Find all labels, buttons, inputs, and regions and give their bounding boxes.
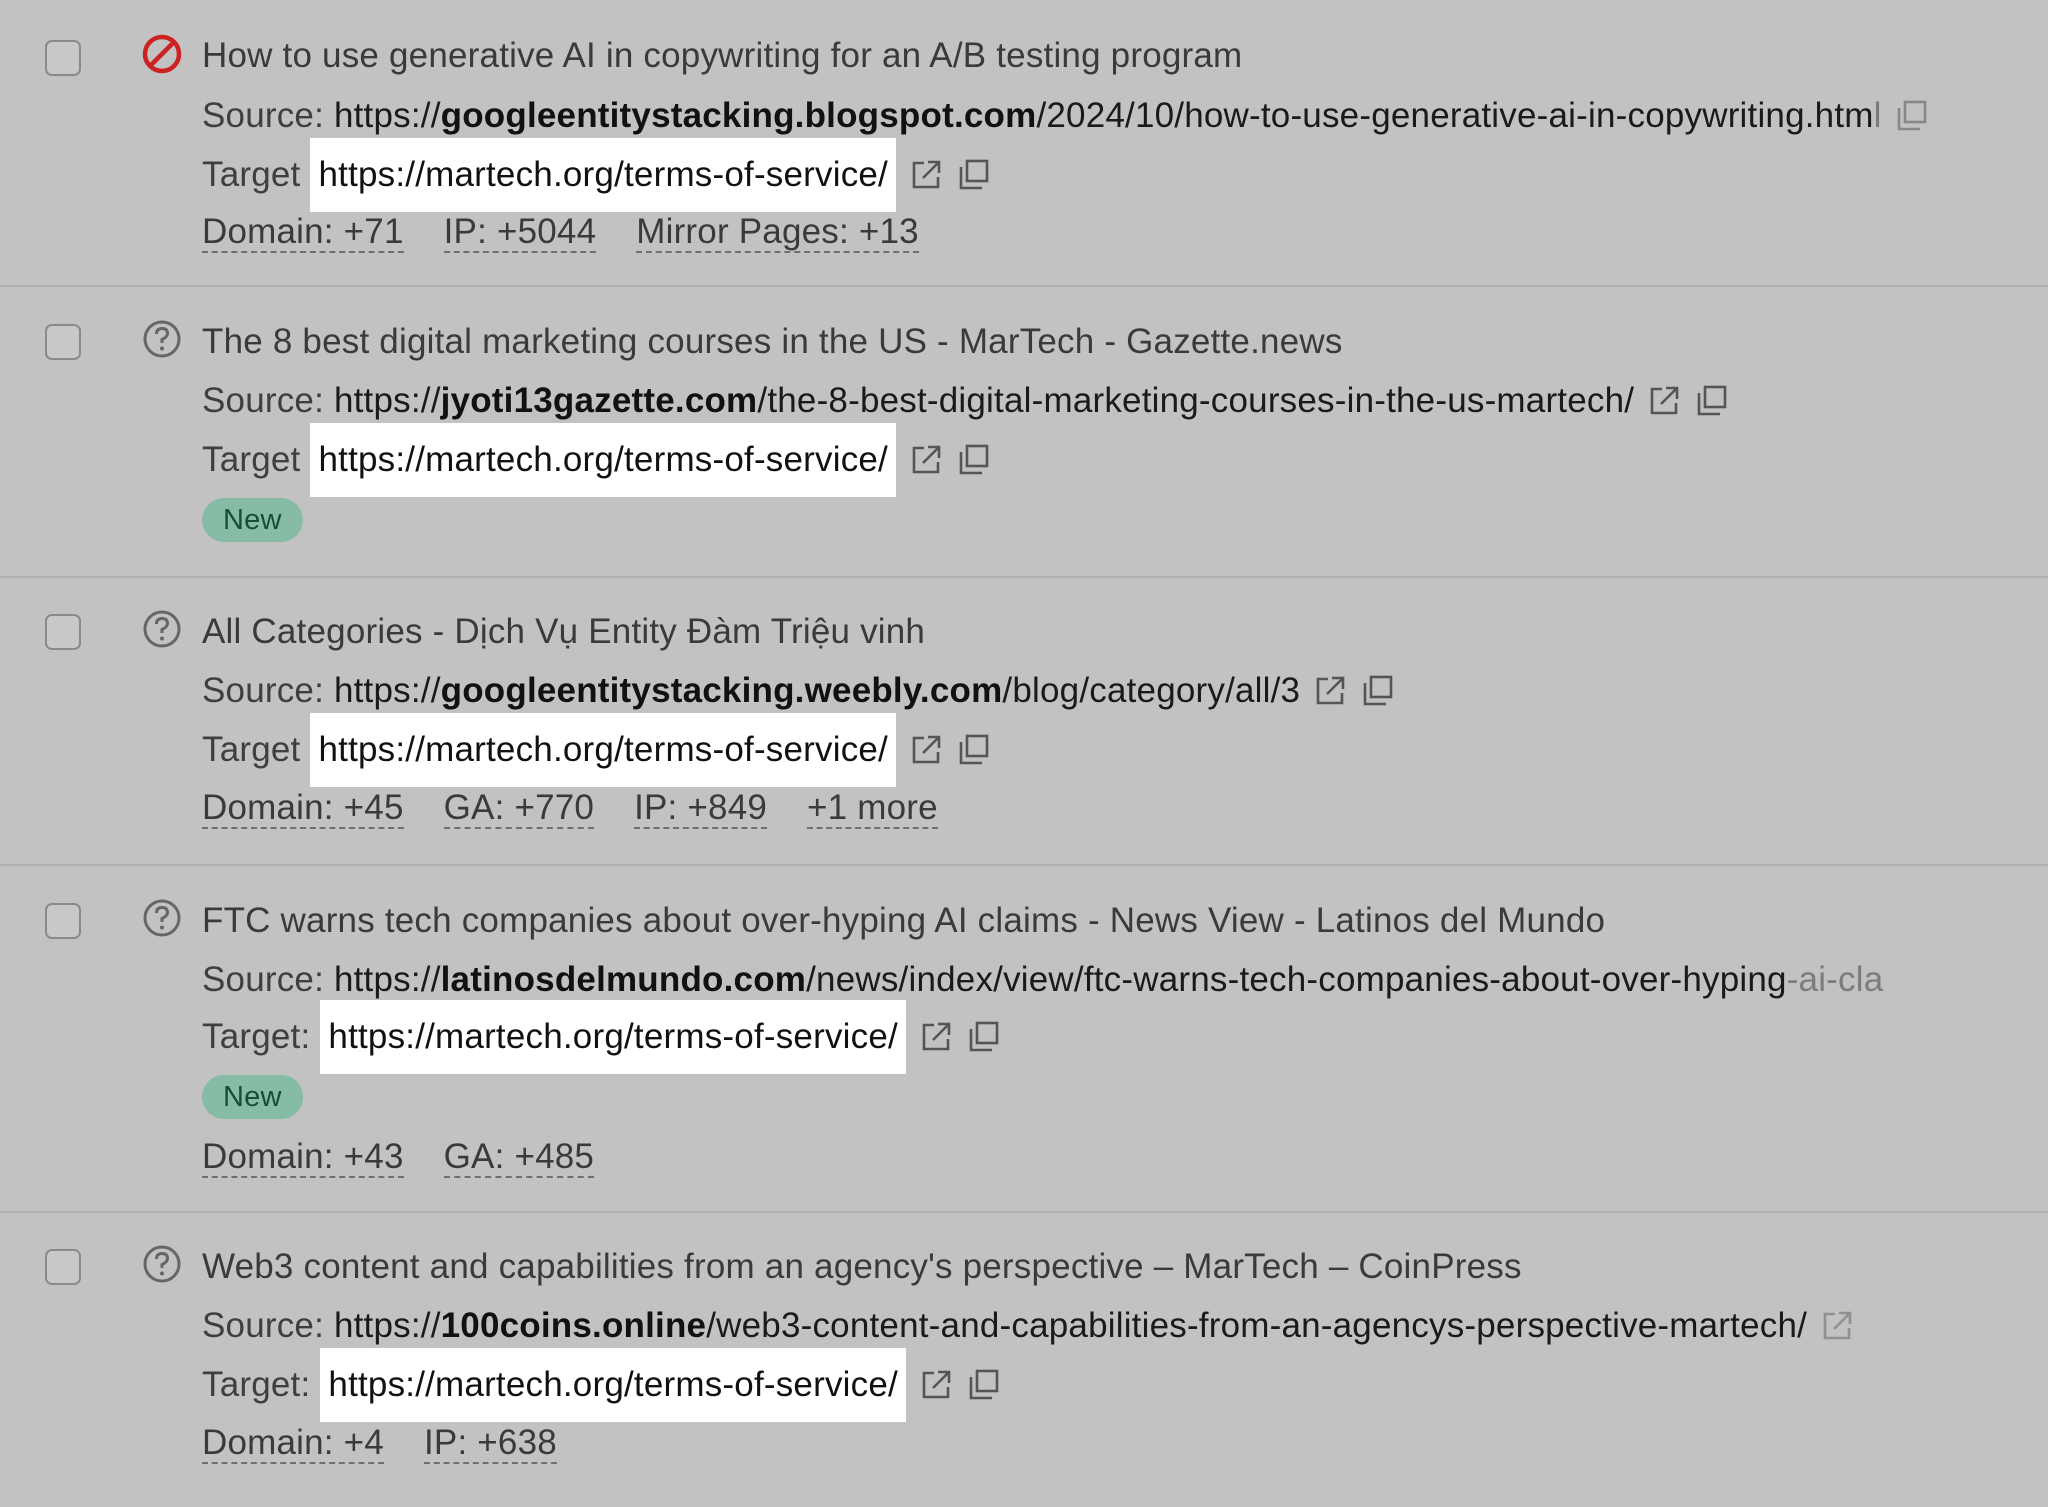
copy-icon[interactable] [956, 442, 992, 478]
metrics-line: Domain: +45 GA: +770 IP: +849 +1 more [202, 780, 978, 838]
row-checkbox[interactable] [45, 1249, 81, 1285]
metric-domain[interactable]: Domain: +4 [202, 1424, 384, 1464]
copy-icon[interactable] [956, 732, 992, 768]
metric-ga[interactable]: GA: +485 [443, 1138, 595, 1178]
row-checkbox[interactable] [45, 324, 81, 360]
more-metrics-link[interactable]: +1 more [807, 789, 938, 829]
target-line: Target https://martech.org/terms-of-serv… [202, 713, 992, 787]
row-checkbox[interactable] [45, 614, 81, 650]
external-link-icon[interactable] [1312, 673, 1348, 709]
external-link-icon[interactable] [918, 1019, 954, 1055]
metrics-line: Domain: +4 IP: +638 [202, 1415, 597, 1473]
copy-icon[interactable] [956, 157, 992, 193]
target-url[interactable]: https://martech.org/terms-of-service/ [310, 713, 896, 787]
row-title[interactable]: All Categories - Dịch Vụ Entity Đàm Triệ… [202, 603, 925, 661]
row-checkbox[interactable] [45, 40, 81, 76]
row-title[interactable]: Web3 content and capabilities from an ag… [202, 1238, 1522, 1296]
copy-icon[interactable] [1360, 673, 1396, 709]
metric-ip[interactable]: IP: +849 [634, 789, 768, 829]
source-line: Source: https://googleentitystacking.blo… [202, 87, 1930, 145]
source-line: Source: https://100coins.online/web3-con… [202, 1297, 1855, 1355]
metric-ga[interactable]: GA: +770 [443, 789, 595, 829]
copy-icon[interactable] [1694, 383, 1730, 419]
badge-line: New [202, 1068, 303, 1126]
copy-icon[interactable] [966, 1367, 1002, 1403]
metric-mirror-pages[interactable]: Mirror Pages: +13 [636, 213, 919, 253]
question-icon [141, 897, 183, 939]
source-url[interactable]: https://googleentitystacking.blogspot.co… [334, 96, 1882, 136]
target-line: Target: https://martech.org/terms-of-ser… [202, 1000, 1002, 1074]
target-url[interactable]: https://martech.org/terms-of-service/ [320, 1000, 906, 1074]
target-url[interactable]: https://martech.org/terms-of-service/ [320, 1348, 906, 1422]
new-badge: New [202, 1075, 303, 1119]
target-url[interactable]: https://martech.org/terms-of-service/ [310, 138, 896, 212]
row-title[interactable]: The 8 best digital marketing courses in … [202, 313, 1343, 371]
metric-ip[interactable]: IP: +638 [423, 1424, 557, 1464]
target-line: Target https://martech.org/terms-of-serv… [202, 423, 992, 497]
new-badge: New [202, 498, 303, 542]
row-checkbox[interactable] [45, 903, 81, 939]
list-item: All Categories - Dịch Vụ Entity Đàm Triệ… [0, 578, 2048, 866]
question-icon [141, 1243, 183, 1285]
external-link-icon[interactable] [1819, 1308, 1855, 1344]
external-link-icon[interactable] [1646, 383, 1682, 419]
metrics-line: Domain: +71 IP: +5044 Mirror Pages: +13 [202, 204, 959, 262]
source-url[interactable]: https://jyoti13gazette.com/the-8-best-di… [334, 381, 1634, 421]
source-url[interactable]: https://latinosdelmundo.com/news/index/v… [334, 960, 1883, 1000]
badge-line: New [202, 491, 303, 549]
metrics-line: Domain: +43 GA: +485 [202, 1129, 634, 1187]
metric-domain[interactable]: Domain: +43 [202, 1138, 404, 1178]
row-title[interactable]: FTC warns tech companies about over-hypi… [202, 892, 1605, 950]
copy-icon[interactable] [966, 1019, 1002, 1055]
row-title[interactable]: How to use generative AI in copywriting … [202, 27, 1242, 85]
backlinks-list: How to use generative AI in copywriting … [0, 0, 2048, 1507]
source-line: Source: https://jyoti13gazette.com/the-8… [202, 372, 1730, 430]
metric-domain[interactable]: Domain: +45 [202, 789, 404, 829]
list-item: FTC warns tech companies about over-hypi… [0, 866, 2048, 1213]
external-link-icon[interactable] [908, 442, 944, 478]
list-item: The 8 best digital marketing courses in … [0, 287, 2048, 578]
target-line: Target: https://martech.org/terms-of-ser… [202, 1348, 1002, 1422]
question-icon [141, 608, 183, 650]
source-url[interactable]: https://googleentitystacking.weebly.com/… [334, 671, 1300, 711]
copy-icon[interactable] [1894, 98, 1930, 134]
list-item: How to use generative AI in copywriting … [0, 0, 2048, 287]
metric-ip[interactable]: IP: +5044 [443, 213, 597, 253]
external-link-icon[interactable] [908, 157, 944, 193]
external-link-icon[interactable] [908, 732, 944, 768]
blocked-icon [141, 33, 183, 75]
target-url[interactable]: https://martech.org/terms-of-service/ [310, 423, 896, 497]
metric-domain[interactable]: Domain: +71 [202, 213, 404, 253]
source-line: Source: https://googleentitystacking.wee… [202, 662, 1396, 720]
question-icon [141, 318, 183, 360]
external-link-icon[interactable] [918, 1367, 954, 1403]
list-item: Web3 content and capabilities from an ag… [0, 1213, 2048, 1507]
target-line: Target https://martech.org/terms-of-serv… [202, 138, 992, 212]
source-url[interactable]: https://100coins.online/web3-content-and… [334, 1306, 1807, 1346]
